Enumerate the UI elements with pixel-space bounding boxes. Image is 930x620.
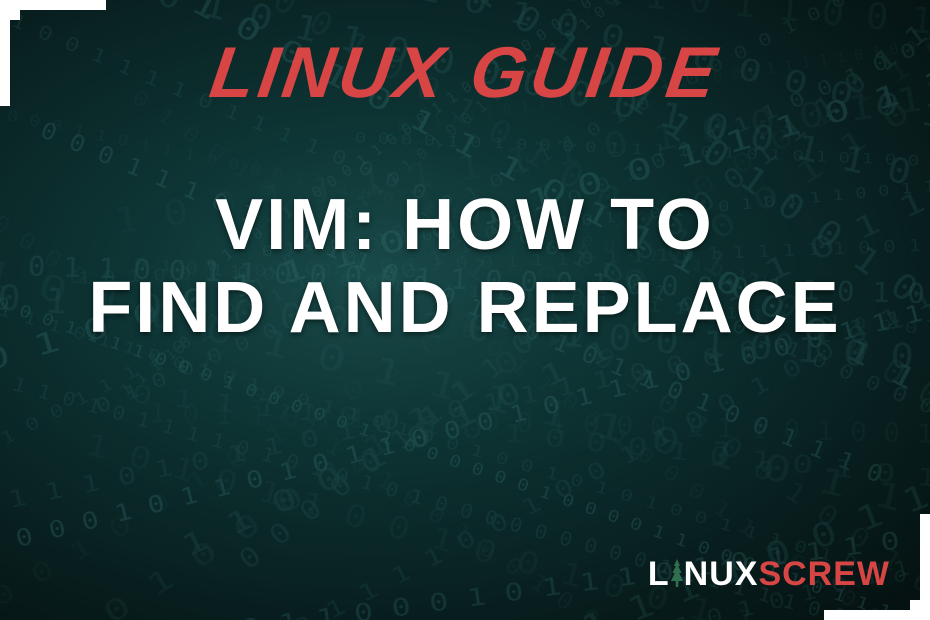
main-title: VIM: HOW TO FIND AND REPLACE: [88, 184, 841, 350]
site-logo: L NUX SCREW: [648, 555, 890, 594]
main-title-line-2: FIND AND REPLACE: [88, 267, 841, 350]
main-title-line-1: VIM: HOW TO: [88, 184, 841, 267]
logo-text-part-1: L: [648, 555, 670, 594]
banner-container: 1 1 1 1 0 1 1 0 1 1 1 0 0 1 0 0 1 1 1 1 …: [0, 0, 930, 620]
header-subtitle: LINUX GUIDE LINUX GUIDE: [205, 32, 725, 114]
logo-text-part-3: SCREW: [758, 555, 890, 594]
pine-tree-icon: [669, 558, 685, 588]
logo-text-part-2: NUX: [684, 555, 759, 594]
